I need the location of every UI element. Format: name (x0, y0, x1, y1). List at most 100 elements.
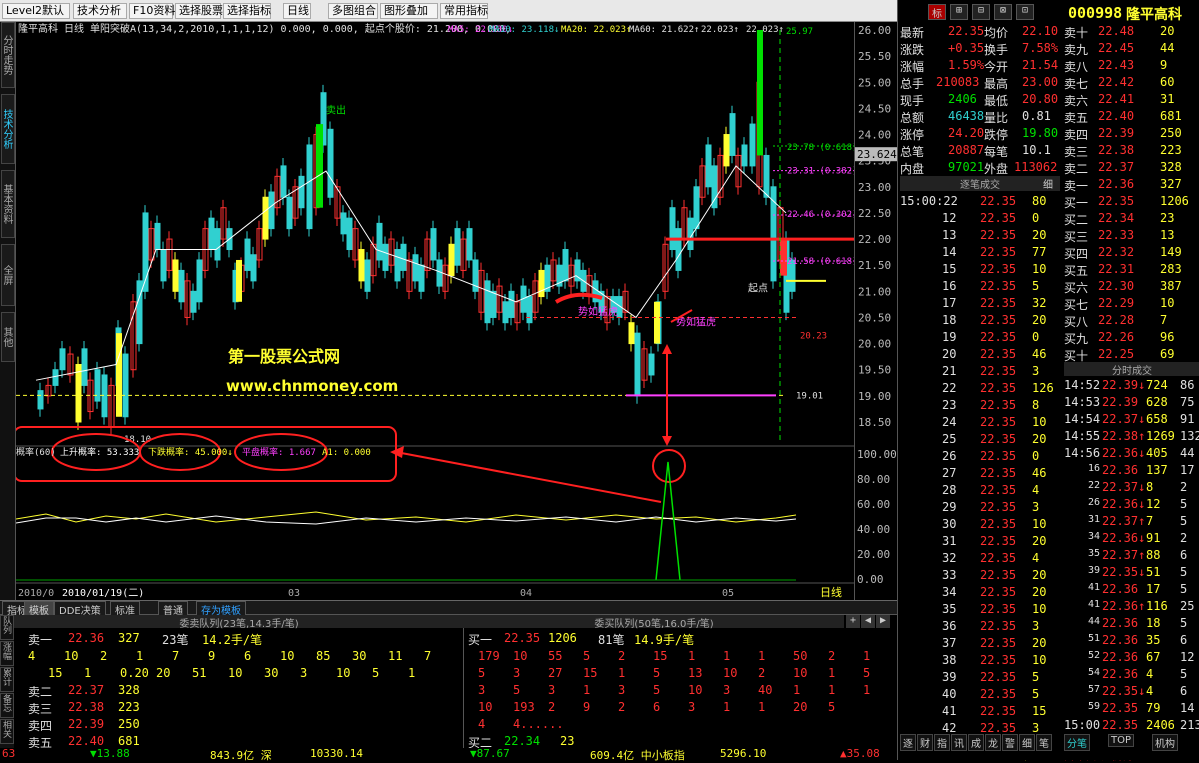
label-low2: 19.01 (796, 391, 823, 401)
tick-vol-7: 20 (1032, 313, 1047, 327)
queue-side-3[interactable]: 备忘 (0, 693, 14, 718)
quote-tab-3[interactable]: ⊠ (994, 4, 1012, 20)
quote-bottom-tab-1[interactable]: 财 (917, 734, 933, 751)
min-time-4: 14:56 (1064, 446, 1101, 460)
stat-val-5: 46438 (948, 109, 985, 123)
current-price: 23.624 (857, 148, 897, 161)
min-vol-7: 12 (1146, 497, 1161, 511)
min-count-2: 91 (1180, 412, 1195, 426)
queue-side-1[interactable]: 涨幅 (0, 641, 14, 666)
menu-item-5[interactable]: 日线 (283, 3, 311, 19)
ind-line-yellow (15, 511, 797, 523)
quote-bottom-tab-3[interactable]: 讯 (951, 734, 967, 751)
kline-chart[interactable]: 隆平高科 日线 单阳突破A(13,34,2,2010,1,1,1,12) 0.0… (13, 22, 857, 600)
min-vol-3: 1269 (1146, 429, 1175, 443)
left-tab-4[interactable]: 其他 (1, 312, 15, 362)
label-low: 20.23 (800, 331, 827, 341)
quote-tab-1[interactable]: ⊞ (950, 4, 968, 20)
left-tab-3[interactable]: 全屏 (1, 244, 15, 306)
sell-row-label-1: 卖三 (28, 702, 53, 716)
tick-price-16: 22.35 (980, 466, 1017, 480)
ind-tick-1: 80.00 (857, 473, 890, 486)
tick-price-3: 22.35 (980, 245, 1017, 259)
candle-body-47 (340, 212, 347, 235)
min-vol-20: 2406 (1146, 718, 1175, 732)
menu-item-0[interactable]: Level2默认 (2, 3, 70, 19)
tick-time-11: 22 (942, 381, 957, 395)
quote-bottom-tab-2[interactable]: 指 (934, 734, 950, 751)
annotation-1: 势如猛虎 (578, 305, 618, 318)
prev-button[interactable]: ◀ (861, 615, 875, 628)
menu-item-7[interactable]: 图形叠加 (380, 3, 438, 19)
status-item-6: 5296.10 (720, 747, 767, 760)
min-time-0: 14:52 (1064, 378, 1101, 392)
stat-val-3: 210083 (936, 75, 980, 89)
bid-vol-5: 387 (1160, 279, 1182, 293)
queue-side-2[interactable]: 累计 (0, 667, 14, 692)
quote-bottom-tab-8[interactable]: 笔 (1036, 734, 1052, 751)
min-time-11: 39 (1088, 565, 1101, 576)
buy-grid-2-0: 3 (478, 683, 486, 697)
candle-body-41 (298, 175, 305, 209)
candle-body-74 (502, 301, 509, 324)
candle-body-21 (178, 269, 185, 303)
candle-body-18 (160, 249, 167, 282)
menu-item-2[interactable]: F10资料 (129, 3, 175, 19)
sell-num2-2: 0.20 (120, 666, 149, 680)
min-price-12: 22.36 (1102, 582, 1139, 596)
label-fib2: 23.31 (0.382) (787, 167, 854, 177)
quote-bottom-tab-5[interactable]: 龙 (985, 734, 1001, 751)
tick-vol-5: 5 (1032, 279, 1040, 293)
menu-item-8[interactable]: 常用指标 (440, 3, 488, 19)
queue-side-4[interactable]: 相关 (0, 719, 14, 744)
min-price-0: 22.39↓ (1102, 378, 1146, 392)
tick-price-8: 22.35 (980, 330, 1017, 344)
tick-price-23: 22.35 (980, 585, 1017, 599)
quote-bottom-tab-11[interactable]: 机构 (1152, 734, 1178, 751)
tick-price-6: 22.35 (980, 296, 1017, 310)
menu-item-6[interactable]: 多图组合 (328, 3, 378, 19)
buy-grid-3-5: 6 (653, 700, 661, 714)
tick-vol-26: 20 (1032, 636, 1047, 650)
quote-bottom-tab-0[interactable]: 逐 (900, 734, 916, 751)
min-time-10: 35 (1088, 548, 1101, 559)
tick-tab[interactable]: 细 (1043, 176, 1059, 191)
quote-tab-4[interactable]: ⊡ (1016, 4, 1034, 20)
buy-grid-0-4: 2 (618, 649, 626, 663)
menu-item-4[interactable]: 选择指标 (223, 3, 271, 19)
quote-tab-2[interactable]: ⊟ (972, 4, 990, 20)
ask-vol-7: 223 (1160, 143, 1182, 157)
bottom-tabs: 指标 模板 DDE决策 标准 普通 存为模板 (0, 601, 897, 618)
tick-price-2: 22.35 (980, 228, 1017, 242)
min-vol-6: 8 (1146, 480, 1154, 494)
stock-code: 000998 (1068, 4, 1123, 22)
candle-body-65 (448, 243, 455, 277)
left-tab-2[interactable]: 基本资料 (1, 170, 15, 238)
price-axis: 26.0025.5025.0024.5024.0023.5023.0022.50… (854, 22, 898, 600)
sell-queue-title: 委卖队列(23笔,14.3手/笔) (14, 615, 464, 630)
next-button[interactable]: ▶ (876, 615, 890, 628)
tick-time-27: 38 (942, 653, 957, 667)
min-time-9: 34 (1088, 531, 1101, 542)
quote-bottom-tab-9[interactable]: 分笔 (1064, 734, 1090, 751)
watermark-title: 第一股票公式网 (228, 347, 340, 366)
ind-tick-0: 100.00 (857, 448, 897, 461)
left-tab-0[interactable]: 分时走势 (1, 22, 15, 88)
buy-grid-0-3: 5 (583, 649, 591, 663)
quote-bottom-tab-10[interactable]: TOP (1108, 734, 1135, 747)
candle-body-42 (306, 144, 313, 230)
quote-tab-0[interactable]: 标 (928, 4, 946, 20)
quote-bottom-tab-4[interactable]: 成 (968, 734, 984, 751)
menu-item-1[interactable]: 技术分析 (73, 3, 127, 19)
quote-bottom-tab-6[interactable]: 警 (1002, 734, 1018, 751)
ask-vol-2: 9 (1160, 58, 1168, 72)
quote-bottom-tab-7[interactable]: 细 (1019, 734, 1035, 751)
date-1: 2010/01/19(二) (62, 588, 144, 599)
min-count-18: 6 (1180, 684, 1188, 698)
left-tab-1[interactable]: 技术分析 (1, 94, 15, 164)
ask-vol-0: 20 (1160, 24, 1175, 38)
queue-side-0[interactable]: 队列 (0, 615, 14, 640)
menu-item-3[interactable]: 选择股票 (175, 3, 223, 19)
add-button[interactable]: + (846, 615, 860, 628)
tick-time-12: 23 (942, 398, 957, 412)
